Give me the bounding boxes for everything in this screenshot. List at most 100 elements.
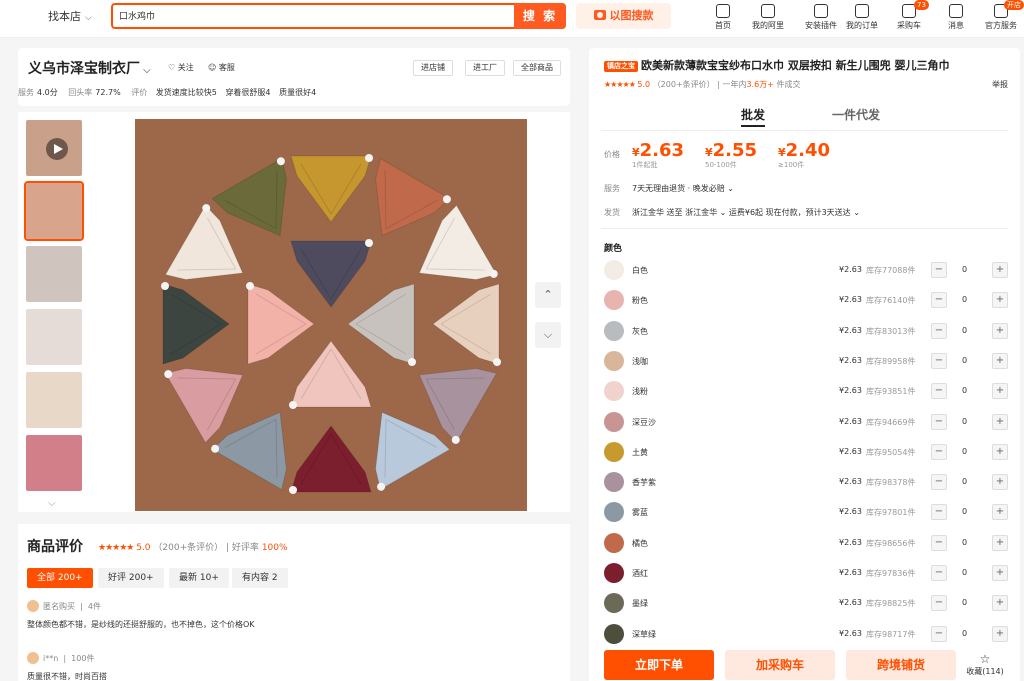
decrease-qty-button[interactable]: − <box>931 352 947 369</box>
add-to-cart-button[interactable]: 加采购车 <box>725 650 835 680</box>
search-input[interactable] <box>119 5 499 27</box>
color-swatch[interactable] <box>604 563 624 583</box>
thumbnail-video[interactable] <box>26 120 82 176</box>
collect-button[interactable]: ☆ 收藏(114) <box>965 652 1005 677</box>
qty-value[interactable]: 0 <box>962 417 967 426</box>
tab-wholesale[interactable]: 批发 <box>741 106 766 127</box>
qty-value[interactable]: 0 <box>962 629 967 638</box>
shipping-value[interactable]: 浙江金华 送至 浙江金华 ⌄ 运费¥6起 现在付款，预计3天送达 ⌄ <box>632 207 860 218</box>
increase-qty-button[interactable]: + <box>992 534 1008 551</box>
thumbnail-image[interactable] <box>24 181 84 241</box>
color-swatch[interactable] <box>604 290 624 311</box>
rating-count[interactable]: （200+条评价） <box>653 80 715 89</box>
nav-home[interactable]: 首页 <box>700 2 746 31</box>
qty-value[interactable]: 0 <box>962 477 967 486</box>
decrease-qty-button[interactable]: − <box>931 443 947 460</box>
thumbnail-image[interactable] <box>26 372 82 428</box>
decrease-qty-button[interactable]: − <box>931 292 947 309</box>
decrease-qty-button[interactable]: − <box>931 322 947 339</box>
color-swatch[interactable] <box>604 532 624 553</box>
tab-dropship[interactable]: 一件代发 <box>832 106 880 123</box>
tab-latest-reviews[interactable]: 最新 10+ <box>169 568 229 588</box>
thumbnail-image[interactable] <box>26 246 82 302</box>
qty-value[interactable]: 0 <box>962 447 967 456</box>
image-prev-button[interactable]: ⌃ <box>535 282 561 308</box>
decrease-qty-button[interactable]: − <box>931 565 947 581</box>
thumbnail-scroll-down[interactable]: ⌵ <box>48 498 56 509</box>
customer-service-button[interactable]: ☺ 客服 <box>208 62 235 73</box>
increase-qty-button[interactable]: + <box>992 504 1008 521</box>
color-swatch[interactable] <box>604 350 624 371</box>
nav-cart[interactable]: 73 采购车 <box>886 0 932 31</box>
enter-shop-button[interactable]: 进店铺 <box>413 60 453 76</box>
decrease-qty-button[interactable]: − <box>931 625 947 642</box>
nav-messages[interactable]: 消息 <box>933 2 979 31</box>
shop-name[interactable]: 义乌市泽宝制衣厂 ⌵ <box>28 58 151 78</box>
increase-qty-button[interactable]: + <box>992 352 1008 369</box>
follow-button[interactable]: ♡ 关注 <box>168 62 194 73</box>
thumbnail-image[interactable] <box>26 435 82 491</box>
color-stock: 库存93851件 <box>866 387 916 397</box>
color-swatch[interactable] <box>604 381 624 402</box>
chevron-down-icon: ⌵ <box>85 13 92 23</box>
color-swatch[interactable] <box>604 623 624 644</box>
color-swatch[interactable] <box>604 472 624 493</box>
review-tag: 穿着很舒服4 <box>225 88 271 97</box>
qty-value[interactable]: 0 <box>962 507 967 516</box>
decrease-qty-button[interactable]: − <box>931 504 947 521</box>
qty-value[interactable]: 0 <box>962 538 967 547</box>
increase-qty-button[interactable]: + <box>992 595 1008 612</box>
qty-value[interactable]: 0 <box>962 568 967 577</box>
qty-value[interactable]: 0 <box>962 326 967 335</box>
cross-border-distribute-button[interactable]: 跨境铺货 <box>846 650 956 680</box>
decrease-qty-button[interactable]: − <box>931 262 947 278</box>
decrease-qty-button[interactable]: − <box>931 413 947 430</box>
image-search-button[interactable]: 以图搜款 <box>576 3 671 29</box>
decrease-qty-button[interactable]: − <box>931 383 947 400</box>
qty-value[interactable]: 0 <box>962 356 967 365</box>
star-icon: ☆ <box>979 652 991 666</box>
report-link[interactable]: 举报 <box>992 79 1008 90</box>
qty-value[interactable]: 0 <box>962 265 967 274</box>
increase-qty-button[interactable]: + <box>992 383 1008 400</box>
decrease-qty-button[interactable]: − <box>931 595 947 612</box>
increase-qty-button[interactable]: + <box>992 625 1008 642</box>
thumbnail-image[interactable] <box>26 309 82 365</box>
increase-qty-button[interactable]: + <box>992 474 1008 491</box>
service-value[interactable]: 7天无理由退货 · 晚发必赔 ⌄ <box>632 183 734 194</box>
color-swatch[interactable] <box>604 411 624 432</box>
buy-now-button[interactable]: 立即下单 <box>604 650 714 680</box>
bib-shape <box>290 154 373 223</box>
purchase-mode-tabs: 批发 一件代发 <box>589 106 1020 128</box>
increase-qty-button[interactable]: + <box>992 292 1008 309</box>
store-treasure-badge: 镇店之宝 <box>604 61 638 72</box>
increase-qty-button[interactable]: + <box>992 262 1008 278</box>
decrease-qty-button[interactable]: − <box>931 534 947 551</box>
color-swatch[interactable] <box>604 502 624 523</box>
color-swatch[interactable] <box>604 320 624 341</box>
increase-qty-button[interactable]: + <box>992 443 1008 460</box>
search-button[interactable]: 搜 索 <box>514 3 566 29</box>
qty-value[interactable]: 0 <box>962 386 967 395</box>
increase-qty-button[interactable]: + <box>992 322 1008 339</box>
nav-official-service[interactable]: 开店 官方服务 <box>978 0 1024 31</box>
enter-factory-button[interactable]: 进工厂 <box>465 60 505 76</box>
search-scope-select[interactable]: 找本店 ⌵ <box>48 8 92 24</box>
color-swatch[interactable] <box>604 260 624 280</box>
nav-my-orders[interactable]: 我的订单 <box>839 2 885 31</box>
nav-my-ali[interactable]: 我的阿里 <box>745 2 791 31</box>
increase-qty-button[interactable]: + <box>992 565 1008 581</box>
tab-content-reviews[interactable]: 有内容 2 <box>232 568 288 588</box>
increase-qty-button[interactable]: + <box>992 413 1008 430</box>
nav-install-plugin[interactable]: 安装插件 <box>798 2 844 31</box>
tab-all-reviews[interactable]: 全部 200+ <box>27 568 93 588</box>
all-products-button[interactable]: 全部商品 <box>513 60 561 76</box>
decrease-qty-button[interactable]: − <box>931 474 947 491</box>
color-swatch[interactable] <box>604 441 624 462</box>
tab-good-reviews[interactable]: 好评 200+ <box>98 568 164 588</box>
color-option-row: 深豆沙 ¥2.63 库存94669件 − 0 + <box>604 411 1009 434</box>
qty-value[interactable]: 0 <box>962 598 967 607</box>
color-swatch[interactable] <box>604 593 624 614</box>
qty-value[interactable]: 0 <box>962 295 967 304</box>
image-next-button[interactable]: ⌵ <box>535 322 561 348</box>
